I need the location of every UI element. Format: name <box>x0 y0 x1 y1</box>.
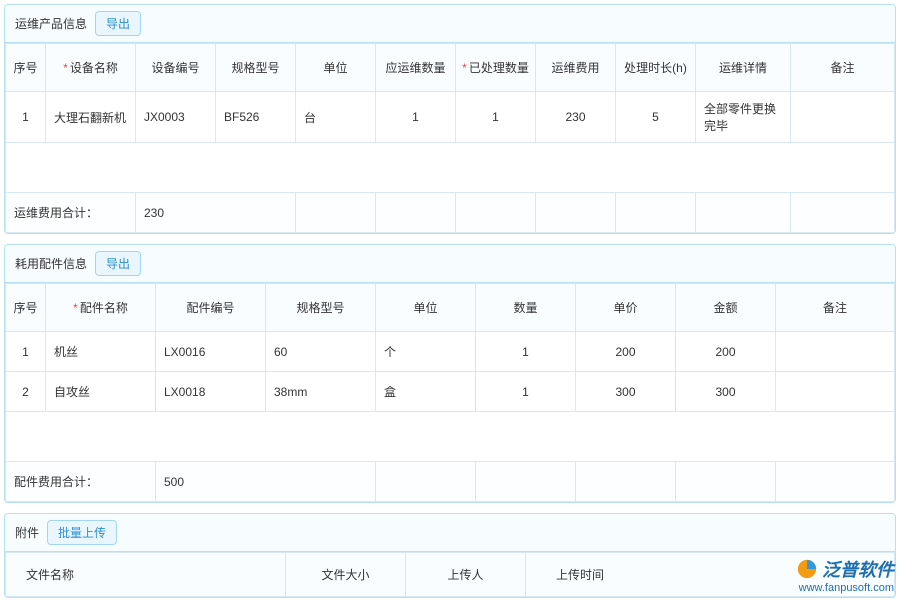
table-header-row: 序号 *配件名称 配件编号 规格型号 单位 数量 单价 金额 备注 <box>6 284 895 332</box>
cell-device-code: JX0003 <box>136 92 216 143</box>
col-device-code: 设备编号 <box>136 44 216 92</box>
cell-seq: 1 <box>6 92 46 143</box>
attachment-table: 文件名称 文件大小 上传人 上传时间 <box>5 552 895 597</box>
col-device-name: *设备名称 <box>46 44 136 92</box>
col-cost: 运维费用 <box>536 44 616 92</box>
cell-seq: 2 <box>6 372 46 412</box>
parts-usage-panel: 耗用配件信息 导出 序号 *配件名称 配件编号 规格型号 单位 数量 单价 金额… <box>4 244 896 503</box>
brand-url: www.fanpusoft.com <box>796 582 894 594</box>
col-spec: 规格型号 <box>216 44 296 92</box>
col-unit: 单位 <box>376 284 476 332</box>
col-part-code: 配件编号 <box>156 284 266 332</box>
col-remark: 备注 <box>776 284 895 332</box>
panel-header: 附件 批量上传 <box>5 514 895 552</box>
panel-header: 运维产品信息 导出 <box>5 5 895 43</box>
col-uploader: 上传人 <box>406 553 526 597</box>
table-header-row: 文件名称 文件大小 上传人 上传时间 <box>6 553 895 597</box>
panel-title: 运维产品信息 <box>15 15 87 32</box>
maintenance-product-panel: 运维产品信息 导出 序号 *设备名称 设备编号 规格型号 单位 应运维数量 *已… <box>4 4 896 234</box>
cell-spec: 38mm <box>266 372 376 412</box>
brand-name: 泛普软件 <box>822 556 894 582</box>
col-filename: 文件名称 <box>6 553 286 597</box>
total-row: 运维费用合计： 230 <box>6 193 895 233</box>
cell-qty: 1 <box>476 372 576 412</box>
attachment-panel: 附件 批量上传 文件名称 文件大小 上传人 上传时间 <box>4 513 896 598</box>
cell-remark <box>791 92 895 143</box>
maintenance-table: 序号 *设备名称 设备编号 规格型号 单位 应运维数量 *已处理数量 运维费用 … <box>5 43 895 233</box>
export-button[interactable]: 导出 <box>95 11 141 36</box>
cell-remark <box>776 332 895 372</box>
col-seq: 序号 <box>6 284 46 332</box>
cell-amount: 300 <box>676 372 776 412</box>
col-filesize: 文件大小 <box>286 553 406 597</box>
col-seq: 序号 <box>6 44 46 92</box>
cell-detail: 全部零件更换完毕 <box>696 92 791 143</box>
cell-qty: 1 <box>476 332 576 372</box>
cell-device-name: 大理石翻新机 <box>46 92 136 143</box>
parts-table: 序号 *配件名称 配件编号 规格型号 单位 数量 单价 金额 备注 1 机丝 L… <box>5 283 895 502</box>
cell-part-code: LX0016 <box>156 332 266 372</box>
cell-unit: 盒 <box>376 372 476 412</box>
cell-part-code: LX0018 <box>156 372 266 412</box>
col-part-name: *配件名称 <box>46 284 156 332</box>
panel-header: 耗用配件信息 导出 <box>5 245 895 283</box>
table-row: 1 大理石翻新机 JX0003 BF526 台 1 1 230 5 全部零件更换… <box>6 92 895 143</box>
spacer-row <box>6 412 895 462</box>
cell-part-name: 机丝 <box>46 332 156 372</box>
total-label: 配件费用合计： <box>6 462 156 502</box>
col-should-qty: 应运维数量 <box>376 44 456 92</box>
cell-part-name: 自攻丝 <box>46 372 156 412</box>
cell-spec: 60 <box>266 332 376 372</box>
cell-unit: 台 <box>296 92 376 143</box>
col-remark: 备注 <box>791 44 895 92</box>
brand-footer: 泛普软件 www.fanpusoft.com <box>796 556 894 594</box>
cell-processed-qty: 1 <box>456 92 536 143</box>
panel-title: 耗用配件信息 <box>15 255 87 272</box>
cell-spec: BF526 <box>216 92 296 143</box>
cell-should-qty: 1 <box>376 92 456 143</box>
batch-upload-button[interactable]: 批量上传 <box>47 520 117 545</box>
cell-cost: 230 <box>536 92 616 143</box>
cell-unit: 个 <box>376 332 476 372</box>
col-amount: 金额 <box>676 284 776 332</box>
total-label: 运维费用合计： <box>6 193 136 233</box>
spacer-row <box>6 143 895 193</box>
panel-title: 附件 <box>15 524 39 541</box>
brand-logo-icon <box>796 558 818 580</box>
table-row: 2 自攻丝 LX0018 38mm 盒 1 300 300 <box>6 372 895 412</box>
table-row: 1 机丝 LX0016 60 个 1 200 200 <box>6 332 895 372</box>
cell-price: 300 <box>576 372 676 412</box>
total-row: 配件费用合计： 500 <box>6 462 895 502</box>
cell-amount: 200 <box>676 332 776 372</box>
table-header-row: 序号 *设备名称 设备编号 规格型号 单位 应运维数量 *已处理数量 运维费用 … <box>6 44 895 92</box>
cell-duration: 5 <box>616 92 696 143</box>
col-detail: 运维详情 <box>696 44 791 92</box>
col-spec: 规格型号 <box>266 284 376 332</box>
export-button[interactable]: 导出 <box>95 251 141 276</box>
cell-seq: 1 <box>6 332 46 372</box>
col-price: 单价 <box>576 284 676 332</box>
cell-remark <box>776 372 895 412</box>
col-processed-qty: *已处理数量 <box>456 44 536 92</box>
total-value: 500 <box>156 462 376 502</box>
col-unit: 单位 <box>296 44 376 92</box>
col-duration: 处理时长(h) <box>616 44 696 92</box>
col-qty: 数量 <box>476 284 576 332</box>
total-value: 230 <box>136 193 296 233</box>
cell-price: 200 <box>576 332 676 372</box>
